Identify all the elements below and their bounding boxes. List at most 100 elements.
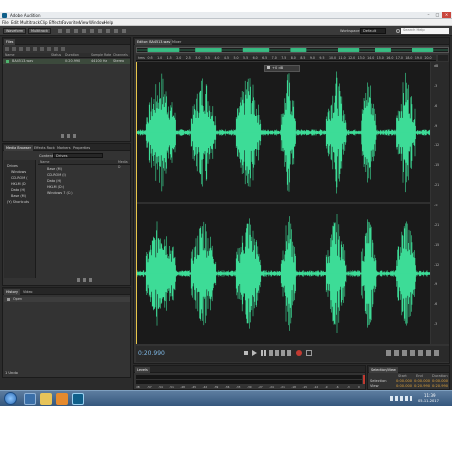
tab-history[interactable]: History: [4, 289, 21, 295]
menu-file[interactable]: File: [2, 20, 9, 25]
history-item-open[interactable]: Open: [4, 297, 130, 302]
record-button[interactable]: [296, 350, 302, 356]
tab-mixer[interactable]: Mixer: [170, 39, 183, 45]
selection-duration[interactable]: 0:00.000: [432, 379, 448, 383]
media-tree: Drives Windows CD-ROM ( HKLM (D Data (H)…: [4, 160, 36, 278]
col-media-name[interactable]: Name: [40, 160, 49, 165]
menu-clip[interactable]: Clip: [40, 20, 48, 25]
media-item-cdrom[interactable]: CD-ROM (I): [47, 173, 66, 178]
tree-item-hklm[interactable]: HKLM (D: [11, 182, 26, 187]
tree-item-cdrom[interactable]: CD-ROM (: [11, 176, 28, 181]
tab-properties[interactable]: Properties: [71, 145, 92, 151]
tab-levels[interactable]: Levels: [135, 367, 150, 373]
media-column-header: Name Media D: [38, 160, 130, 169]
maximize-button[interactable]: □: [433, 12, 442, 18]
search-help-input[interactable]: Search Help: [401, 28, 449, 34]
ruler-tick-label: 17.0: [395, 56, 403, 60]
col-name[interactable]: Name: [5, 53, 14, 58]
col-status[interactable]: Status: [51, 53, 61, 58]
zoom-control[interactable]: [438, 55, 448, 61]
tab-editor[interactable]: Editor: BA4513.wav: [135, 39, 173, 45]
tab-effects-rack[interactable]: Effects Rack: [32, 145, 57, 151]
tab-selection-view[interactable]: Selection/View: [369, 367, 398, 373]
tray-icons[interactable]: [390, 396, 412, 401]
col-duration[interactable]: Duration: [65, 53, 79, 58]
overview-burst: [290, 48, 307, 52]
pause-button[interactable]: [261, 350, 266, 356]
menu-view[interactable]: View: [79, 20, 89, 25]
files-toolbar[interactable]: [5, 47, 65, 51]
selection-end[interactable]: 0:00.000: [414, 379, 430, 383]
transport-bar: 0:20.990: [136, 346, 449, 362]
files-panel: Files Name Status Duration Sample Rate C…: [2, 37, 131, 142]
time-ruler[interactable]: hms 0:5 1.0 1.5 2.0 2.5 3.0 3.5 4.0 4.5 5.0 5.5 6.0 6…: [136, 55, 436, 61]
tab-markers[interactable]: Markers: [55, 145, 73, 151]
tab-video[interactable]: Video: [21, 289, 35, 295]
col-media-d[interactable]: Media D: [118, 160, 130, 170]
tree-item-shortcuts[interactable]: (Y) Shortcuts: [7, 200, 29, 205]
ruler-tick-label: 9.5: [319, 56, 325, 60]
waveform-view-button[interactable]: Waveform: [3, 28, 27, 34]
menu-edit[interactable]: Edit: [11, 20, 19, 25]
ruler-tick-label: 12.0: [348, 56, 356, 60]
files-column-header: Name Status Duration Sample Rate Channel…: [3, 53, 130, 58]
tool-icons[interactable]: [58, 29, 128, 33]
clock-time[interactable]: 11:39: [424, 393, 436, 398]
history-open-label: Open: [13, 297, 23, 301]
media-item-hklm[interactable]: HKLM (D:): [47, 185, 64, 190]
hud-gain-control[interactable]: +0 dB: [264, 65, 300, 72]
media-item-base[interactable]: Base (M): [47, 167, 62, 172]
workspace-select[interactable]: Default: [360, 28, 386, 34]
loop-icon[interactable]: [306, 350, 312, 356]
folder-taskbar-icon[interactable]: [40, 393, 52, 405]
view-duration[interactable]: 0:20.990: [432, 384, 448, 388]
media-item-data[interactable]: Data (H): [47, 179, 61, 184]
menu-multitrack[interactable]: Multitrack: [20, 20, 40, 25]
contents-select[interactable]: Drives: [53, 153, 103, 158]
start-button[interactable]: [4, 392, 17, 405]
tree-item-drives[interactable]: Drives: [7, 164, 18, 169]
menu-favorites[interactable]: Favorites: [62, 20, 80, 25]
db-scale-label: -15: [434, 163, 440, 168]
level-scale-label: -21: [280, 385, 285, 389]
overview-burst: [375, 48, 391, 52]
minimize-button[interactable]: –: [424, 12, 433, 18]
tab-files[interactable]: Files: [4, 39, 16, 45]
tree-item-windows[interactable]: Windows: [11, 170, 26, 175]
stop-button[interactable]: [244, 351, 248, 355]
transport-nav-icons[interactable]: [269, 350, 293, 356]
media-item-windows[interactable]: Windows 7 (C:): [47, 191, 73, 196]
waveform-area[interactable]: +0 dB: [135, 62, 431, 344]
tree-item-base[interactable]: Base (M): [11, 194, 26, 199]
multitrack-view-button[interactable]: Multitrack: [28, 28, 51, 34]
overview-strip[interactable]: [136, 47, 449, 53]
menu-window[interactable]: Window: [89, 20, 105, 25]
col-channels[interactable]: Channels: [113, 53, 128, 58]
menu-effects[interactable]: Effects: [49, 20, 63, 25]
file-row[interactable]: BA4513.wav 0:20.990 44100 Hz Stereo: [3, 59, 130, 64]
view-start[interactable]: 0:00.000: [396, 384, 412, 388]
selection-start[interactable]: 0:00.000: [396, 379, 412, 383]
view-end[interactable]: 0:20.990: [414, 384, 430, 388]
close-button[interactable]: ×: [442, 12, 451, 18]
playhead[interactable]: [136, 62, 137, 344]
files-footer-icons[interactable]: [61, 134, 77, 138]
media-player-taskbar-icon[interactable]: [56, 393, 68, 405]
media-footer-icons[interactable]: [77, 278, 93, 282]
ruler-tick-label: 0:5: [147, 56, 153, 60]
play-icon[interactable]: [252, 350, 257, 356]
level-scale-label: -18: [291, 385, 296, 389]
tab-media-browser[interactable]: Media Browser: [4, 145, 34, 151]
db-scale-label: dB: [434, 64, 439, 68]
ruler-tick-label: 5.0: [233, 56, 239, 60]
explorer-taskbar-icon[interactable]: [24, 393, 36, 405]
tree-item-data[interactable]: Data (H): [11, 188, 25, 193]
col-sample-rate[interactable]: Sample Rate: [91, 53, 111, 58]
zoom-icons[interactable]: [386, 350, 441, 356]
ruler-tick-label: 6.5: [262, 56, 268, 60]
clock-date[interactable]: 05-11-2017: [418, 399, 439, 403]
menu-help[interactable]: Help: [104, 20, 113, 25]
level-scale-label: dB: [136, 385, 140, 389]
audition-taskbar-icon[interactable]: [72, 393, 84, 405]
clip-indicator[interactable]: [363, 375, 365, 384]
